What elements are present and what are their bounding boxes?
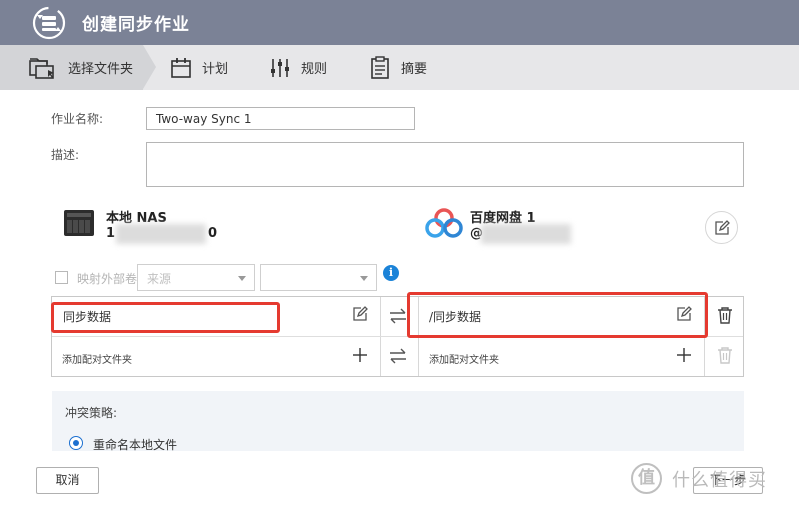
step-label: 计划 [202,62,229,77]
redacted-account [481,224,571,244]
step-label: 摘要 [401,62,428,77]
job-name-label: 作业名称: [51,112,104,126]
remote-folder-highlight [407,292,708,338]
rename-local-radio[interactable] [69,436,83,450]
add-remote-folder-pair-link[interactable]: 添加配对文件夹 [429,351,499,366]
add-local-icon[interactable] [352,347,368,363]
two-way-sync-icon [390,348,406,364]
redacted-address [116,224,206,244]
select-value: 来源 [147,272,172,286]
external-volume-source-select[interactable]: 来源 [137,264,255,291]
chevron-down-icon [360,276,368,281]
edit-icon [714,219,730,235]
edit-local-folder-icon[interactable] [352,306,368,322]
sync-job-icon [32,6,66,40]
info-icon[interactable]: i [383,265,399,281]
watermark-logo: 值 [631,463,662,494]
chevron-down-icon [238,276,246,281]
step-label: 选择文件夹 [68,62,134,77]
local-nas-address-end: 0 [208,226,218,241]
delete-pair-disabled-icon [718,347,732,364]
job-name-input[interactable]: Two-way Sync 1 [146,107,415,130]
clipboard-icon [371,55,389,79]
step-select-folder[interactable]: 选择文件夹 [0,45,143,90]
baidu-netdisk-icon [425,208,463,238]
edit-connection-button[interactable] [705,211,738,244]
watermark-text: 什么值得买 [672,470,767,491]
map-external-volume-checkbox[interactable] [55,271,68,284]
step-rules[interactable]: 规则 [269,45,327,90]
cancel-button[interactable]: 取消 [36,467,99,494]
add-local-folder-pair-link[interactable]: 添加配对文件夹 [62,351,132,366]
add-remote-icon[interactable] [676,347,692,363]
map-external-volume-label: 映射外部卷 [77,272,138,286]
nas-device-icon [64,210,94,236]
conflict-policy-heading: 冲突策略: [65,406,118,420]
step-schedule[interactable]: 计划 [170,45,228,90]
description-input[interactable] [146,142,744,187]
sliders-icon [271,58,289,77]
external-volume-target-select[interactable] [260,264,377,291]
local-folder-highlight [51,302,280,333]
step-summary[interactable]: 摘要 [369,45,427,90]
local-nas-address-start: 1 [106,226,116,241]
step-label: 规则 [301,62,328,77]
description-label: 描述: [51,148,80,162]
title-bar: 创建同步作业 [0,0,799,45]
folder-select-icon [29,57,54,79]
window-title: 创建同步作业 [82,15,190,35]
step-arrow [143,45,156,89]
calendar-icon [171,57,191,78]
wizard-step-bar: 选择文件夹 计划 规则 摘要 [0,45,799,90]
two-way-sync-icon [390,308,406,324]
delete-pair-icon[interactable] [716,306,734,324]
